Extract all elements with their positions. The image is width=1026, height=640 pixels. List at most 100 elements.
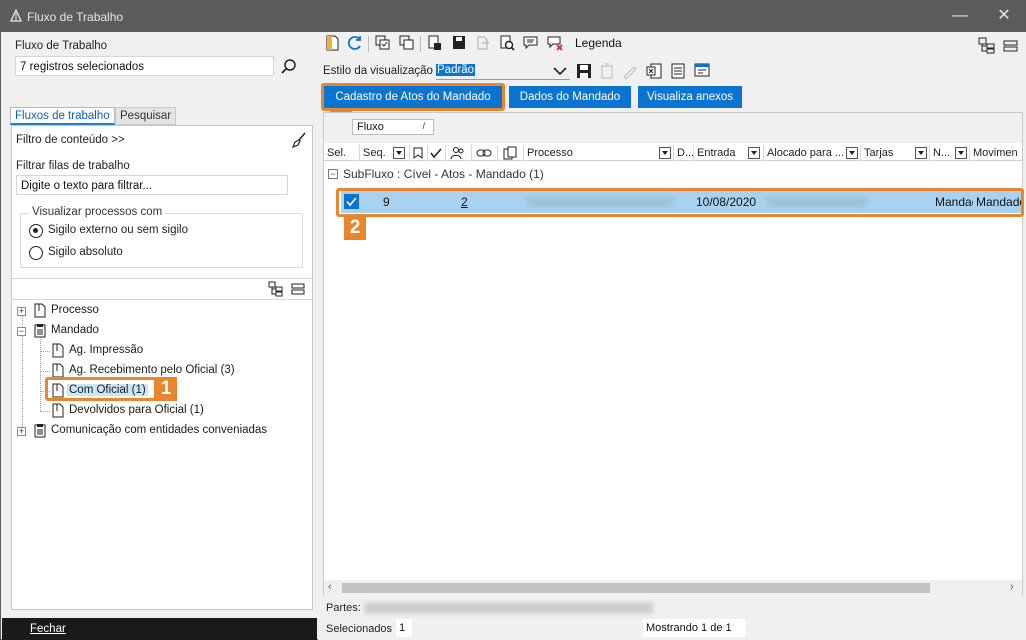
tarjas-filter-dropdown[interactable] (915, 147, 927, 159)
clipboard-icon (34, 424, 46, 438)
col-n[interactable]: N... (930, 145, 970, 161)
excel-export-icon[interactable] (645, 62, 663, 80)
filtrar-label: Filtrar filas de trabalho (16, 160, 130, 172)
collapse-mandado-toggle[interactable]: − (17, 327, 26, 336)
chevron-down-icon[interactable] (553, 65, 567, 77)
tree-connector (40, 351, 50, 352)
close-window-button[interactable]: ✕ (989, 5, 1019, 29)
workflow-panel: Filtro de conteúdo >> Filtrar filas de t… (11, 125, 313, 610)
group-chip-fluxo[interactable]: Fluxo / (352, 119, 434, 135)
tab-pesquisar[interactable]: Pesquisar (115, 107, 177, 125)
col-sel[interactable]: Sel. (324, 145, 360, 161)
visualiza-anexos-button[interactable]: Visualiza anexos (638, 86, 742, 108)
comment-remove-icon[interactable] (546, 34, 564, 52)
users-icon (450, 147, 464, 160)
col-link[interactable] (472, 145, 498, 161)
tree-connector (40, 332, 41, 412)
link-icon (476, 149, 492, 157)
radio-sigilo-externo-label: Sigilo externo ou sem sigilo (48, 224, 188, 236)
copy-icon[interactable] (374, 34, 392, 52)
estilo-label: Estilo da visualização (323, 65, 433, 77)
col-entrada[interactable]: Entrada (694, 145, 764, 161)
horizontal-scrollbar[interactable]: ‹ › (324, 580, 1022, 596)
expand-all-icon[interactable] (268, 281, 284, 297)
comment-icon[interactable] (522, 34, 540, 52)
highlight-step-1 (45, 377, 157, 401)
refresh-icon[interactable] (346, 34, 364, 52)
legenda-button[interactable]: Legenda (575, 36, 622, 50)
radio-sigilo-absoluto-label: Sigilo absoluto (48, 246, 123, 258)
app-window: Fluxo de Trabalho — ✕ Fluxo de Trabalho … (0, 0, 1026, 640)
scrollbar-thumb[interactable] (342, 583, 930, 593)
search-icon[interactable] (279, 57, 299, 77)
n-filter-dropdown[interactable] (955, 147, 967, 159)
partes-label: Partes: (326, 602, 361, 614)
close-button-label: Fechar (30, 623, 66, 635)
document-icon (52, 363, 64, 378)
expand-comunicacao-toggle[interactable]: + (17, 427, 26, 436)
dados-mandado-button[interactable]: Dados do Mandado (509, 86, 631, 108)
document-icon (52, 403, 64, 418)
expand-all-icon[interactable] (978, 37, 996, 55)
seq-filter-dropdown[interactable] (393, 147, 405, 159)
document-icon (52, 343, 64, 358)
scroll-right-arrow[interactable]: › (1010, 581, 1014, 593)
col-seq[interactable]: Seq. (360, 145, 410, 161)
checkmark-icon (430, 148, 442, 159)
group-by-area: Fluxo / (324, 113, 1022, 143)
col-tarjas[interactable]: Tarjas (861, 145, 930, 161)
highlight-step-3 (321, 83, 505, 111)
radio-sigilo-externo[interactable] (29, 224, 43, 238)
lock-document-icon[interactable] (426, 34, 444, 52)
filter-queues-input[interactable]: Digite o texto para filtrar... (16, 175, 288, 195)
step-badge-2: 2 (344, 216, 366, 240)
entrada-filter-dropdown[interactable] (748, 147, 760, 159)
filtro-conteudo-link[interactable]: Filtro de conteúdo >> (16, 134, 125, 146)
search-document-icon[interactable] (498, 34, 516, 52)
brush-icon[interactable] (291, 132, 307, 148)
col-movimento[interactable]: Movimen (970, 145, 1022, 161)
minimize-button[interactable]: — (945, 5, 975, 29)
report-icon[interactable] (669, 62, 687, 80)
processo-filter-dropdown[interactable] (659, 147, 671, 159)
app-logo-icon (9, 9, 23, 22)
clipboard-icon (34, 324, 46, 338)
right-panel: Legenda Estilo da visualização Padrão Ca… (318, 32, 1026, 640)
collapse-all-icon[interactable] (1002, 38, 1020, 56)
radio-sigilo-absoluto[interactable] (29, 246, 43, 260)
toolbar-separator (420, 36, 421, 52)
highlight-step-2 (336, 188, 1024, 217)
col-docs[interactable] (498, 145, 524, 161)
duplicate-icon[interactable] (398, 34, 416, 52)
fluxo-field[interactable]: 7 registros selecionados (15, 56, 274, 76)
col-processo[interactable]: Processo (524, 145, 674, 161)
new-folder-icon[interactable] (324, 34, 342, 52)
layout-icon[interactable] (693, 62, 711, 80)
col-bookmark[interactable] (410, 145, 428, 161)
tree-connector (40, 411, 50, 412)
save-style-icon[interactable] (575, 62, 593, 80)
close-button[interactable]: Fechar (2, 618, 317, 640)
documents-icon (503, 146, 517, 160)
document-icon (34, 303, 46, 318)
bookmark-icon (413, 147, 423, 159)
expand-processo-toggle[interactable]: + (17, 307, 26, 316)
tab-fluxos-de-trabalho[interactable]: Fluxos de trabalho (10, 107, 115, 125)
window-title: Fluxo de Trabalho (27, 10, 124, 24)
collapse-all-icon[interactable] (291, 282, 305, 296)
toolbar-separator (368, 36, 369, 52)
process-grid: Fluxo / Sel. Seq. Processo D... Entrada … (323, 112, 1023, 596)
estilo-select-value[interactable]: Padrão (436, 64, 476, 76)
save-document-icon[interactable] (450, 34, 468, 52)
col-check[interactable] (428, 145, 446, 161)
group-row[interactable]: − SubFluxo : Cível - Atos - Mandado (1) (324, 164, 1022, 184)
title-bar: Fluxo de Trabalho — ✕ (1, 1, 1025, 32)
col-alocado[interactable]: Alocado para ... (764, 145, 861, 161)
collapse-group-toggle[interactable]: − (328, 169, 338, 179)
edit-style-icon (623, 66, 637, 80)
delete-style-icon (601, 63, 613, 79)
scroll-left-arrow[interactable]: ‹ (328, 581, 332, 593)
col-d[interactable]: D... (674, 145, 694, 161)
alocado-filter-dropdown[interactable] (846, 147, 858, 159)
col-users[interactable] (446, 145, 472, 161)
